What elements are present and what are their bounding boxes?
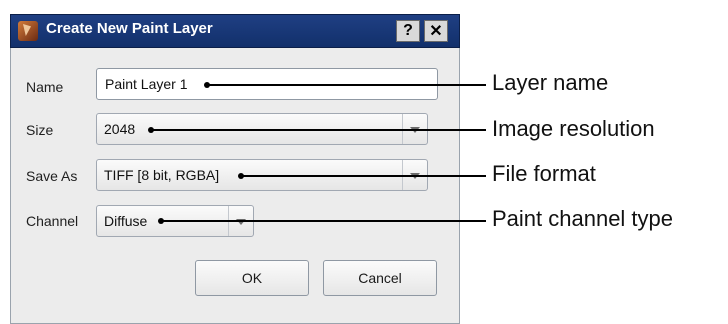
channel-label: Channel [26,213,79,229]
callout-paint-channel-type: Paint channel type [492,206,674,231]
size-label: Size [26,122,54,138]
save-as-selected-value: TIFF [8 bit, RGBA] [104,167,220,183]
size-selected-value: 2048 [104,121,136,137]
save-as-label: Save As [26,168,78,184]
callout-line [151,129,486,131]
callout-line [161,220,486,222]
dialog-title: Create New Paint Layer [46,20,213,37]
close-button[interactable]: ✕ [424,20,448,42]
help-button[interactable]: ? [396,20,420,42]
callout-file-format: File format [492,161,596,186]
callout-image-resolution: Image resolution [492,116,655,141]
channel-selected-value: Diffuse [104,213,148,229]
app-icon [18,21,38,41]
callout-line [207,84,486,86]
cancel-button[interactable]: Cancel [323,260,437,296]
callout-layer-name: Layer name [492,70,609,95]
callout-line [241,175,486,177]
ok-button[interactable]: OK [195,260,309,296]
name-label: Name [26,79,64,95]
